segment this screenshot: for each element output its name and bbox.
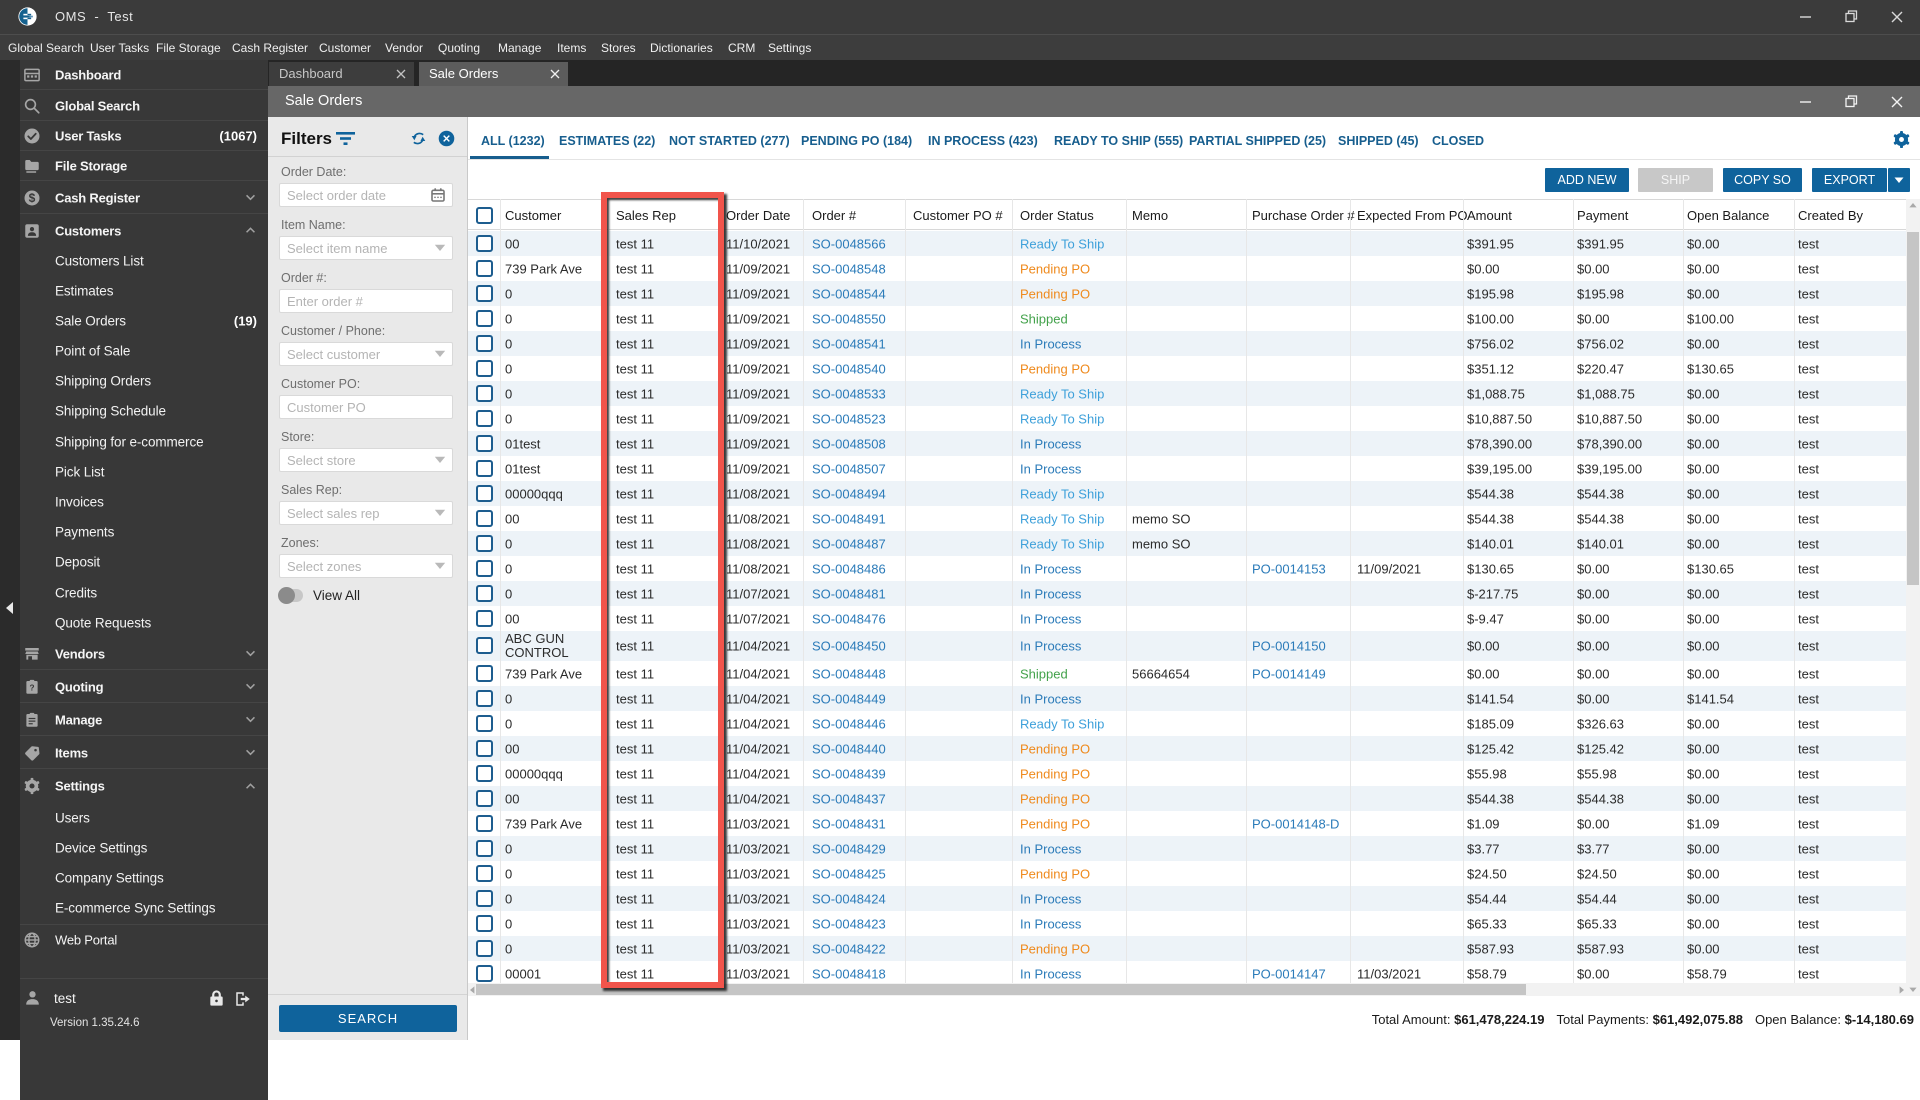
svg-text:$: $ (29, 190, 36, 204)
svg-text:?: ? (29, 683, 34, 692)
